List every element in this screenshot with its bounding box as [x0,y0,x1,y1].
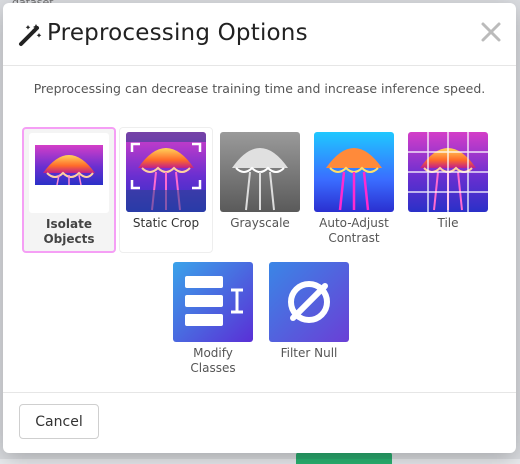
option-label: Modify Classes [190,346,236,375]
option-filter-null[interactable]: Filter Null [262,257,356,377]
static-crop-thumbnail [126,132,206,212]
preprocessing-modal: Preprocessing Options Preprocessing can … [3,3,516,453]
option-tile[interactable]: Tile [401,127,495,253]
option-label: Filter Null [280,346,338,360]
filter-null-icon [269,262,349,342]
option-label: Isolate Objects [43,217,95,246]
grayscale-thumbnail [220,132,300,212]
close-icon[interactable] [480,21,502,43]
isolate-objects-thumbnail [29,133,109,213]
cancel-button[interactable]: Cancel [19,404,99,439]
option-label: Grayscale [230,216,290,230]
tile-thumbnail [408,132,488,212]
auto-adjust-contrast-thumbnail [314,132,394,212]
option-static-crop[interactable]: Static Crop [119,127,213,253]
option-modify-classes[interactable]: Modify Classes [166,257,260,377]
magic-wand-icon [19,24,42,46]
option-label: Auto-Adjust Contrast [319,216,389,245]
modal-header: Preprocessing Options [3,3,516,66]
option-isolate-objects[interactable]: Isolate Objects [22,127,116,253]
modal-title: Preprocessing Options [47,20,308,46]
modal-footer [3,392,516,393]
option-label: Tile [437,216,459,230]
option-grayscale[interactable]: Grayscale [213,127,307,253]
modify-classes-icon [173,262,253,342]
option-auto-adjust-contrast[interactable]: Auto-Adjust Contrast [307,127,401,253]
modal-subtitle: Preprocessing can decrease training time… [33,81,486,96]
option-label: Static Crop [132,216,200,230]
